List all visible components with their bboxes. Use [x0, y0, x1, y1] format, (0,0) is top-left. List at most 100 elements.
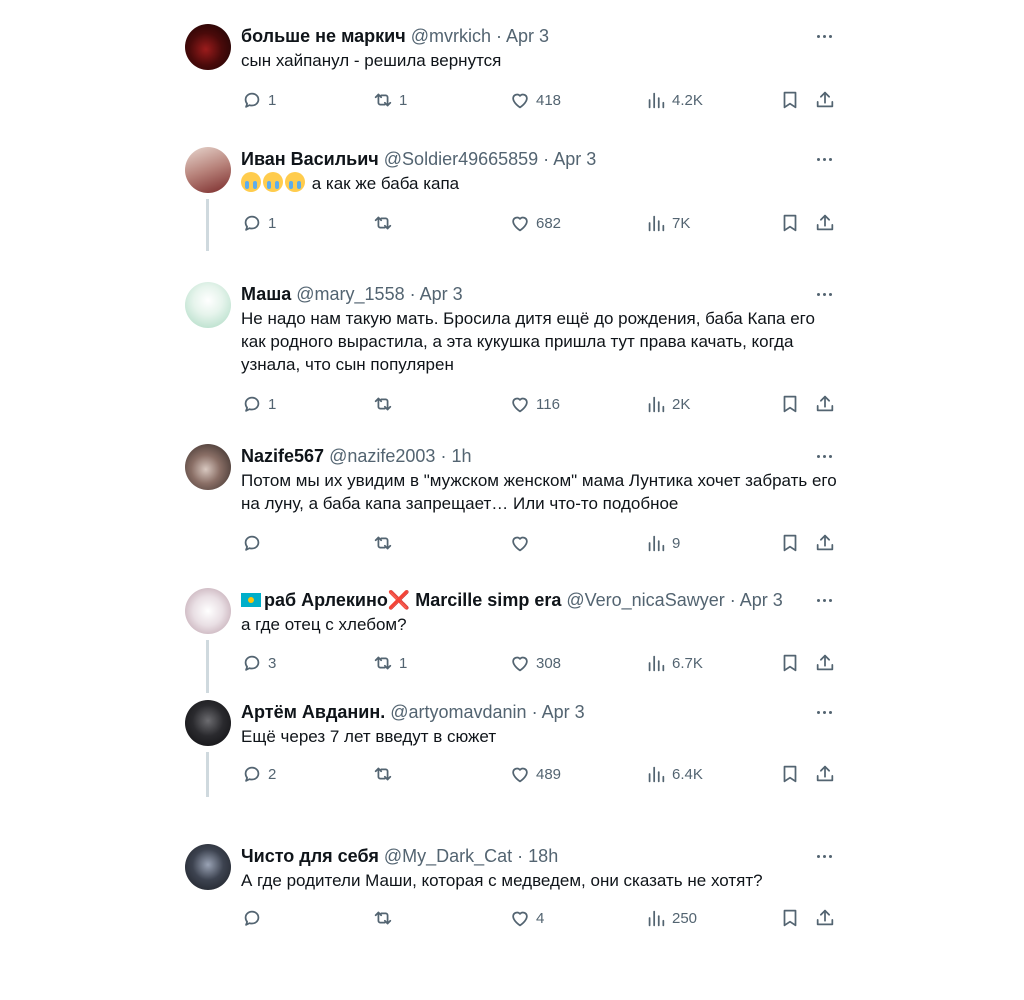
bookmark-button[interactable] [779, 906, 801, 930]
tweet-header: Чисто для себя @My_Dark_Cat · 18h [241, 844, 558, 868]
user-handle[interactable]: @artyomavdanin [390, 702, 526, 722]
views-button[interactable]: 7K [645, 211, 690, 235]
user-handle[interactable]: @nazife2003 [329, 446, 435, 466]
tweet-text: а как же баба капа [241, 172, 841, 195]
share-button[interactable] [814, 762, 836, 786]
display-name[interactable]: Артём Авданин. [241, 702, 385, 722]
dot-separator: · [538, 149, 554, 169]
avatar[interactable] [185, 844, 231, 890]
views-icon [648, 910, 665, 927]
retweet-button[interactable] [372, 531, 399, 555]
timestamp[interactable]: Apr 3 [420, 284, 463, 304]
bookmark-button[interactable] [779, 392, 801, 416]
tweet-text: Потом мы их увидим в "мужском женском" м… [241, 471, 837, 513]
avatar[interactable] [185, 588, 231, 634]
user-handle[interactable]: @My_Dark_Cat [384, 846, 512, 866]
user-handle[interactable]: @Vero_nicaSawyer [566, 590, 724, 610]
more-options-icon[interactable] [812, 590, 836, 610]
reply-button[interactable]: 1 [241, 211, 276, 235]
views-button[interactable]: 6.4K [645, 762, 703, 786]
heart-icon [512, 767, 528, 783]
like-button[interactable]: 116 [509, 392, 560, 416]
dot-separator: · [526, 702, 542, 722]
user-handle[interactable]: @mvrkich [411, 26, 491, 46]
display-name[interactable]: больше не маркич [241, 26, 406, 46]
avatar[interactable] [185, 147, 231, 193]
retweet-button[interactable]: 1 [372, 88, 407, 112]
timestamp[interactable]: Apr 3 [542, 702, 585, 722]
retweet-button[interactable] [372, 392, 399, 416]
more-options-icon[interactable] [812, 284, 836, 304]
like-count: 308 [536, 654, 562, 672]
views-button[interactable]: 4.2K [645, 88, 703, 112]
bookmark-icon [783, 909, 797, 927]
display-name[interactable]: Чисто для себя [241, 846, 379, 866]
views-button[interactable]: 6.7K [645, 651, 703, 675]
reply-button[interactable] [241, 531, 268, 555]
display-name[interactable]: Иван Васильич [241, 149, 379, 169]
like-button[interactable]: 308 [509, 651, 561, 675]
bookmark-button[interactable] [779, 88, 801, 112]
reply-icon [244, 910, 260, 926]
display-name[interactable]: Маша [241, 284, 291, 304]
views-button[interactable]: 9 [645, 531, 680, 555]
reply-button[interactable]: 1 [241, 88, 276, 112]
share-icon [816, 909, 834, 926]
heart-icon [512, 397, 528, 413]
reply-button[interactable] [241, 906, 268, 930]
avatar[interactable] [185, 282, 231, 328]
reply-button[interactable]: 1 [241, 392, 276, 416]
bookmark-button[interactable] [779, 651, 801, 675]
more-options-icon[interactable] [812, 26, 836, 46]
heart-icon [512, 656, 528, 672]
display-name[interactable]: раб Арлекино❌ Marcille simp era [264, 590, 561, 610]
bookmark-button[interactable] [779, 211, 801, 235]
timestamp[interactable]: 1h [451, 446, 471, 466]
more-options-icon[interactable] [812, 702, 836, 722]
timestamp[interactable]: 18h [528, 846, 558, 866]
tweet-text: сын хайпанул - решила вернутся [241, 51, 502, 70]
share-button[interactable] [814, 531, 836, 555]
action-bar: 4 250 [241, 906, 841, 930]
dot-separator: · [512, 846, 529, 866]
more-options-icon[interactable] [812, 846, 836, 866]
avatar[interactable] [185, 24, 231, 70]
avatar[interactable] [185, 700, 231, 746]
retweet-button[interactable] [372, 211, 399, 235]
bookmark-button[interactable] [779, 531, 801, 555]
share-button[interactable] [814, 651, 836, 675]
user-handle[interactable]: @Soldier49665859 [384, 149, 538, 169]
reply-button[interactable]: 3 [241, 651, 276, 675]
retweet-button[interactable] [372, 762, 399, 786]
like-button[interactable]: 682 [509, 211, 561, 235]
retweet-count: 1 [399, 654, 408, 672]
like-button[interactable]: 4 [509, 906, 544, 930]
views-button[interactable]: 2K [645, 392, 690, 416]
display-name-part: раб Арлекино [264, 590, 388, 610]
bookmark-icon [783, 765, 797, 783]
tweet-header: Артём Авданин. @artyomavdanin · Apr 3 [241, 700, 585, 724]
timestamp[interactable]: Apr 3 [740, 590, 783, 610]
crying-face-icon [241, 172, 261, 192]
share-button[interactable] [814, 906, 836, 930]
like-button[interactable]: 489 [509, 762, 561, 786]
share-button[interactable] [814, 392, 836, 416]
like-button[interactable]: 418 [509, 88, 561, 112]
bookmark-button[interactable] [779, 762, 801, 786]
more-options-icon[interactable] [812, 149, 836, 169]
like-button[interactable] [509, 531, 536, 555]
retweet-button[interactable] [372, 906, 399, 930]
views-icon [648, 535, 665, 552]
more-options-icon[interactable] [812, 446, 836, 466]
share-button[interactable] [814, 88, 836, 112]
user-handle[interactable]: @mary_1558 [296, 284, 404, 304]
retweet-button[interactable]: 1 [372, 651, 407, 675]
share-button[interactable] [814, 211, 836, 235]
reply-button[interactable]: 2 [241, 762, 276, 786]
timestamp[interactable]: Apr 3 [506, 26, 549, 46]
avatar[interactable] [185, 444, 231, 490]
reply-icon [244, 535, 260, 551]
timestamp[interactable]: Apr 3 [553, 149, 596, 169]
display-name[interactable]: Nazife567 [241, 446, 324, 466]
views-button[interactable]: 250 [645, 906, 697, 930]
